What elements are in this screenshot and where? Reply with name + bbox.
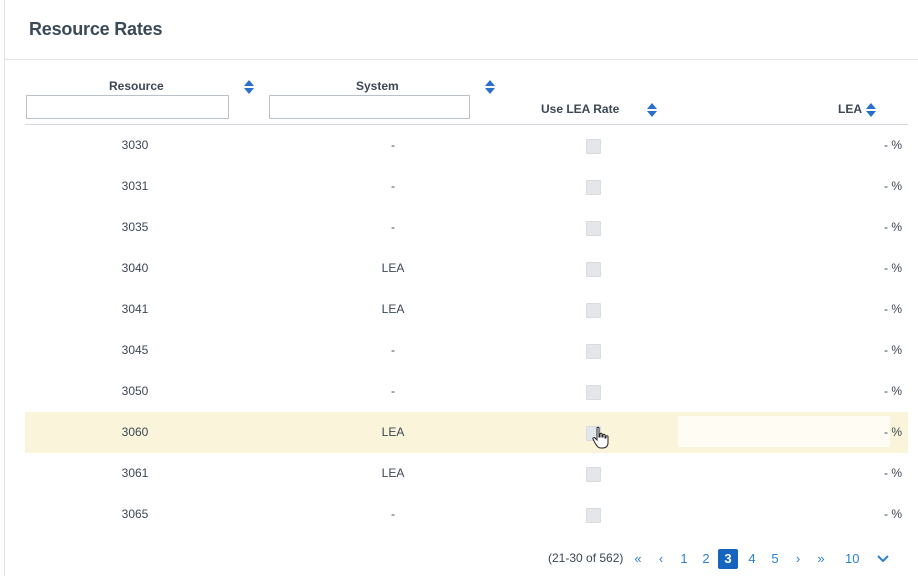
system-cell: - bbox=[391, 220, 395, 234]
table-row[interactable]: 3035 - - % bbox=[25, 207, 908, 248]
page-button-2[interactable]: 2 bbox=[699, 548, 713, 570]
system-cell: LEA bbox=[381, 466, 405, 480]
system-cell: LEA bbox=[381, 302, 405, 316]
hand-pointer-icon bbox=[592, 426, 609, 449]
resource-cell: 3050 bbox=[121, 384, 149, 398]
use-lea-rate-checkbox[interactable] bbox=[586, 221, 601, 236]
lea-cell: - % bbox=[884, 261, 902, 275]
use-lea-rate-checkbox[interactable] bbox=[586, 139, 601, 154]
lea-rate-input[interactable] bbox=[678, 416, 890, 447]
resource-cell: 3061 bbox=[121, 466, 149, 480]
resource-rates-panel: Resource Rates Resource System Use LEA R… bbox=[4, 0, 918, 576]
resource-cell: 3040 bbox=[121, 261, 149, 275]
table-row[interactable]: 3030 - - % bbox=[25, 125, 908, 166]
lea-cell: - % bbox=[884, 138, 902, 152]
lea-cell: - % bbox=[884, 507, 902, 521]
table-row[interactable]: 3060 LEA - % bbox=[25, 412, 908, 453]
table-row[interactable]: 3065 - - % bbox=[25, 494, 908, 535]
lea-cell: - % bbox=[884, 220, 902, 234]
system-cell: - bbox=[391, 384, 395, 398]
resource-filter-input[interactable] bbox=[26, 95, 229, 119]
resource-cell: 3045 bbox=[121, 343, 149, 357]
resource-cell: 3065 bbox=[121, 507, 149, 521]
sort-icon[interactable] bbox=[244, 80, 254, 94]
panel-header: Resource Rates bbox=[5, 0, 918, 60]
system-cell: - bbox=[391, 138, 395, 152]
table-header: Resource System Use LEA Rate LEA bbox=[25, 60, 908, 125]
last-page-button[interactable]: » bbox=[814, 548, 828, 570]
use-lea-rate-checkbox[interactable] bbox=[586, 262, 601, 277]
page-button-5[interactable]: 5 bbox=[768, 548, 782, 570]
sort-icon[interactable] bbox=[647, 103, 657, 117]
table-row[interactable]: 3050 - - % bbox=[25, 371, 908, 412]
system-cell: LEA bbox=[381, 425, 405, 439]
column-header-resource[interactable]: Resource bbox=[109, 79, 164, 93]
first-page-button[interactable]: « bbox=[631, 548, 645, 570]
table-body: 3030 - - % 3031 - - % 3035 - - % 3040 LEA - % 3041 LE… bbox=[25, 125, 908, 535]
lea-cell: - % bbox=[884, 466, 902, 480]
page-button-1[interactable]: 1 bbox=[677, 548, 691, 570]
use-lea-rate-checkbox[interactable] bbox=[586, 508, 601, 523]
use-lea-rate-checkbox[interactable] bbox=[586, 344, 601, 359]
system-cell: - bbox=[391, 343, 395, 357]
page-button-3-current[interactable]: 3 bbox=[718, 549, 738, 569]
table-row[interactable]: 3041 LEA - % bbox=[25, 289, 908, 330]
resource-cell: 3030 bbox=[121, 138, 149, 152]
pagination-info: (21-30 of 562) bbox=[548, 551, 624, 565]
lea-cell: - % bbox=[884, 179, 902, 193]
page-size-select[interactable]: 10 bbox=[845, 548, 859, 570]
table-row[interactable]: 3031 - - % bbox=[25, 166, 908, 207]
use-lea-rate-checkbox[interactable] bbox=[586, 180, 601, 195]
table-row[interactable]: 3045 - - % bbox=[25, 330, 908, 371]
pagination: (21-30 of 562) « ‹ 1 2 3 4 5 › » 10 bbox=[5, 548, 918, 570]
system-cell: - bbox=[391, 507, 395, 521]
use-lea-rate-checkbox[interactable] bbox=[586, 467, 601, 482]
column-header-system[interactable]: System bbox=[356, 79, 399, 93]
table-row[interactable]: 3061 LEA - % bbox=[25, 453, 908, 494]
resource-cell: 3035 bbox=[121, 220, 149, 234]
system-cell: - bbox=[391, 179, 395, 193]
table-row[interactable]: 3040 LEA - % bbox=[25, 248, 908, 289]
chevron-down-icon[interactable] bbox=[876, 553, 890, 565]
lea-cell: - % bbox=[884, 425, 902, 439]
resource-cell: 3041 bbox=[121, 302, 149, 316]
resource-cell: 3031 bbox=[121, 179, 149, 193]
lea-cell: - % bbox=[884, 384, 902, 398]
column-header-lea[interactable]: LEA bbox=[838, 102, 862, 116]
system-cell: LEA bbox=[381, 261, 405, 275]
lea-cell: - % bbox=[884, 302, 902, 316]
page-button-4[interactable]: 4 bbox=[745, 548, 759, 570]
system-filter-input[interactable] bbox=[269, 95, 470, 119]
lea-cell: - % bbox=[884, 343, 902, 357]
page-title: Resource Rates bbox=[29, 19, 163, 39]
resource-rates-table: Resource System Use LEA Rate LEA 3030 - - … bbox=[25, 60, 908, 535]
next-page-button[interactable]: › bbox=[791, 548, 805, 570]
resource-cell: 3060 bbox=[121, 425, 149, 439]
use-lea-rate-checkbox[interactable] bbox=[586, 303, 601, 318]
use-lea-rate-checkbox[interactable] bbox=[586, 385, 601, 400]
sort-icon[interactable] bbox=[485, 80, 495, 94]
column-header-use-lea-rate[interactable]: Use LEA Rate bbox=[541, 102, 619, 116]
sort-icon[interactable] bbox=[866, 103, 876, 117]
prev-page-button[interactable]: ‹ bbox=[654, 548, 668, 570]
